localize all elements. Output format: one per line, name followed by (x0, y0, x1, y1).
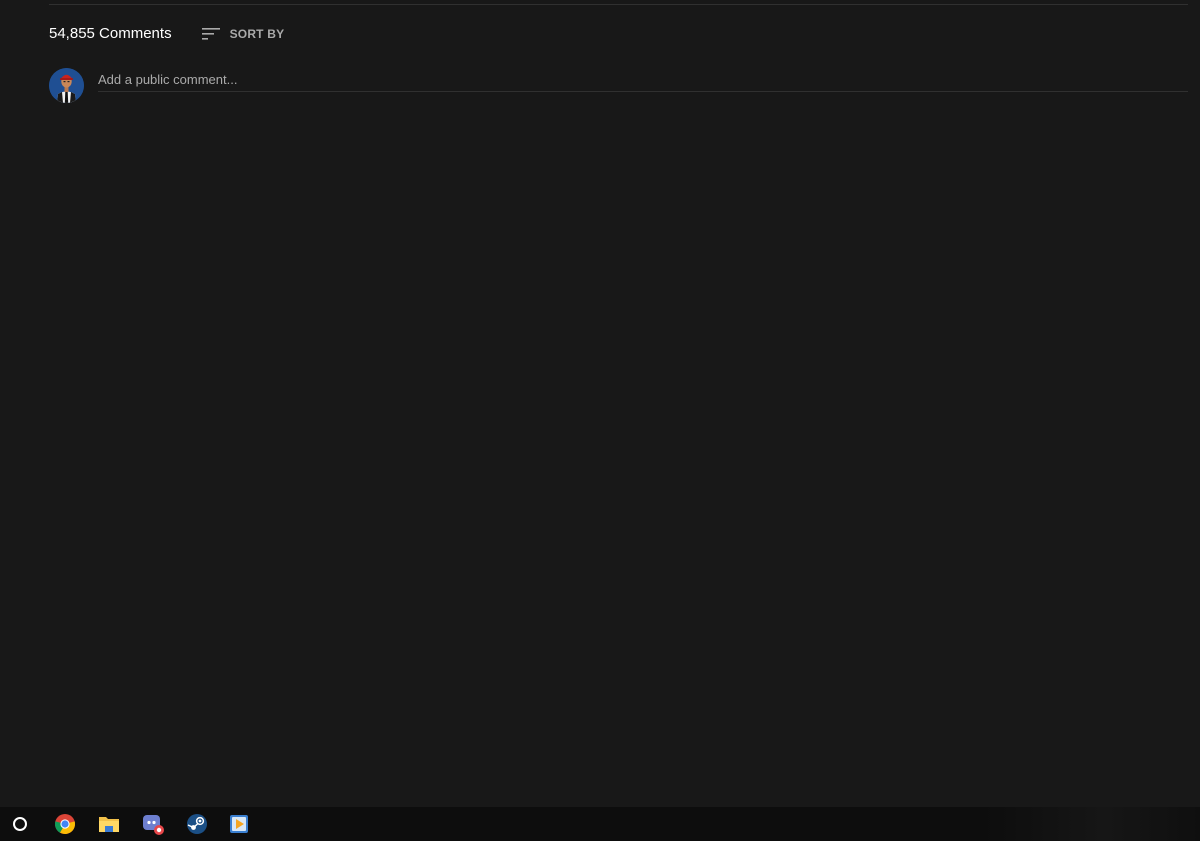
taskbar-discord[interactable] (136, 807, 170, 841)
taskbar-media-player[interactable] (222, 807, 256, 841)
sort-icon (201, 27, 220, 41)
comments-header: 54,855 Comments SORT BY (49, 22, 284, 46)
user-avatar-icon (49, 68, 84, 103)
taskbar-file-explorer[interactable] (92, 807, 126, 841)
sort-by-button[interactable]: SORT BY (201, 27, 285, 41)
comment-count: 54,855 Comments (49, 25, 172, 42)
taskbar-chrome[interactable] (48, 807, 82, 841)
taskbar-steam[interactable] (180, 807, 214, 841)
avatar[interactable] (49, 68, 84, 103)
taskbar (0, 807, 1200, 841)
discord-icon (143, 815, 164, 835)
comments-page: 54,855 Comments SORT BY (0, 0, 1200, 807)
chrome-icon (54, 814, 76, 835)
media-player-icon (230, 815, 248, 833)
section-divider (49, 4, 1188, 5)
sort-by-label: SORT BY (229, 27, 285, 41)
steam-icon (187, 814, 207, 834)
start-button[interactable] (3, 807, 37, 841)
file-explorer-icon (99, 817, 119, 832)
comment-input[interactable] (98, 68, 1188, 92)
start-button-icon (13, 817, 27, 831)
comment-box (49, 68, 1188, 104)
